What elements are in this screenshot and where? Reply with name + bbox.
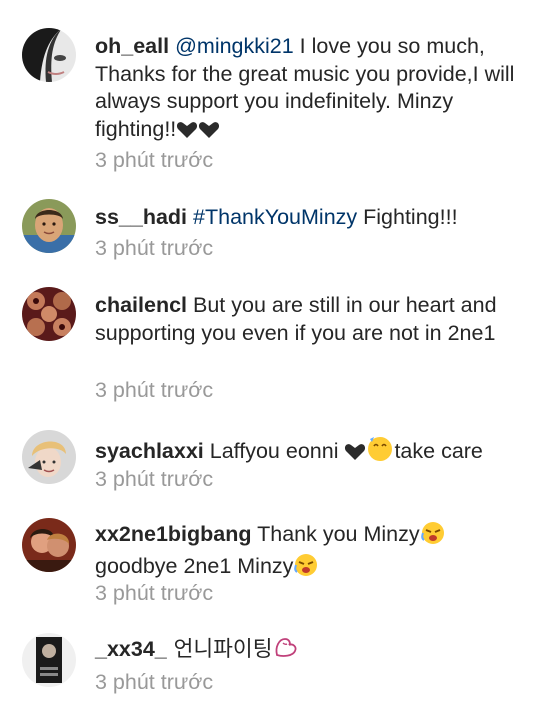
comment-body: Laffyou eonni — [203, 439, 345, 463]
comment-body: Thank you Minzy — [251, 522, 420, 546]
avatar-blond-icon — [22, 430, 76, 484]
avatar-collage-icon — [22, 287, 76, 341]
comment-username[interactable]: chailencl — [95, 293, 187, 317]
comment-timestamp[interactable]: 3 phút trước — [95, 236, 213, 261]
comment-username[interactable]: _xx34_ — [95, 637, 167, 661]
avatar[interactable] — [22, 28, 76, 82]
avatar[interactable] — [22, 199, 76, 253]
avatar[interactable] — [22, 430, 76, 484]
avatar-dark-figure-icon — [22, 633, 76, 687]
comment-timestamp[interactable]: 3 phút trước — [95, 670, 213, 695]
heart-icon — [344, 441, 366, 469]
comment-timestamp[interactable]: 3 phút trước — [95, 467, 213, 492]
comment-text: oh_eall @mingkki21 I love you so much, T… — [95, 33, 535, 146]
comment-body: Fighting!!! — [357, 205, 458, 229]
comment-body-end: take care — [394, 439, 483, 463]
comment-body-end: goodbye 2ne1 Minzy — [95, 553, 294, 578]
comment-timestamp[interactable]: 3 phút trước — [95, 378, 213, 403]
comment-timestamp[interactable]: 3 phút trước — [95, 148, 213, 173]
avatar-dark-hair-icon — [22, 28, 76, 82]
comment-text: syachlaxxi Laffyou eonni take care — [95, 435, 535, 469]
crying-face-icon — [293, 552, 319, 584]
comment-text: ss__hadi #ThankYouMinzy Fighting!!! — [95, 204, 535, 232]
hashtag-link[interactable]: #ThankYouMinzy — [193, 205, 357, 229]
smiling-face-icon — [366, 435, 394, 469]
previous-comment-fragment — [90, 0, 97, 18]
comment-text: _xx34_ 언니파이팅 — [95, 635, 535, 667]
comment-text: xx2ne1bigbang Thank you Minzy goodbye 2n… — [95, 520, 535, 583]
comment-text: chailencl But you are still in our heart… — [95, 292, 535, 347]
comment-username[interactable]: syachlaxxi — [95, 439, 204, 463]
comment-username[interactable]: oh_eall — [95, 34, 169, 58]
comment-username[interactable]: ss__hadi — [95, 205, 187, 229]
comment-timestamp[interactable]: 3 phút trước — [95, 581, 213, 606]
avatar[interactable] — [22, 633, 76, 687]
avatar-couple-icon — [22, 518, 76, 572]
flexed-biceps-icon — [273, 635, 299, 667]
crying-face-icon — [420, 520, 446, 552]
mention-link[interactable]: @mingkki21 — [175, 34, 294, 58]
heart-icon — [176, 119, 220, 147]
avatar-portrait-icon — [22, 199, 76, 253]
avatar[interactable] — [22, 287, 76, 341]
avatar[interactable] — [22, 518, 76, 572]
comment-username[interactable]: xx2ne1bigbang — [95, 522, 252, 546]
comment-body: 언니파이팅 — [166, 637, 273, 662]
